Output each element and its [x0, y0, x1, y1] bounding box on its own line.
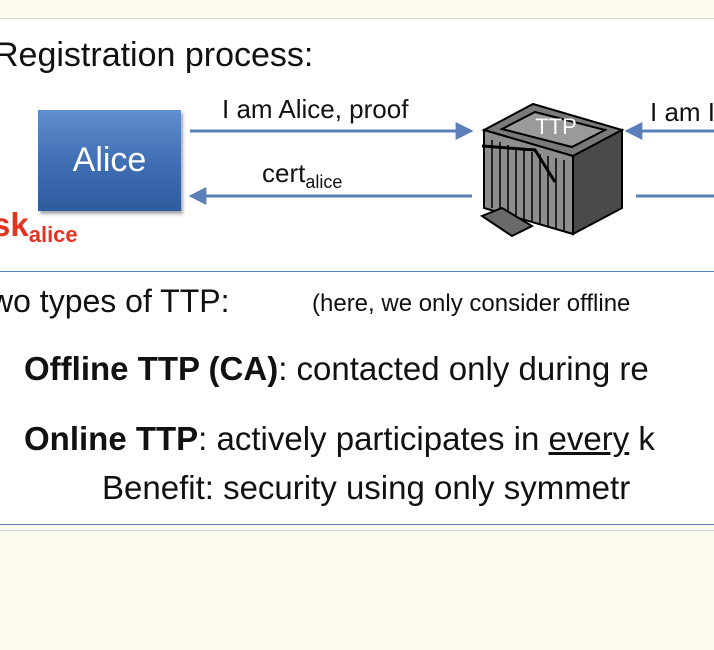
ttp-types-heading: wo types of TTP: — [0, 283, 230, 319]
online-ttp-desc-pre: : actively participates in — [198, 420, 549, 457]
ttp-types-note: (here, we only consider offline — [312, 290, 631, 317]
benefit-line: Benefit: security using only symmetr — [102, 469, 631, 506]
cert-subscript: alice — [305, 172, 343, 192]
online-ttp-desc-post: k — [629, 420, 655, 457]
ttp-label: TTP — [535, 114, 577, 139]
online-ttp-term: Online TTP — [24, 420, 199, 457]
online-ttp-line: Online TTP: actively participates in eve… — [24, 420, 655, 458]
online-ttp-desc-underlined: every — [548, 420, 630, 457]
arrow-label-cert: certalice — [262, 158, 342, 193]
arrow-label-proof: I am Alice, proof — [222, 94, 409, 124]
offline-ttp-desc: : contacted only during re — [278, 350, 649, 387]
offline-ttp-term: Offline TTP (CA) — [24, 350, 279, 387]
cert-main: cert — [262, 158, 306, 188]
offline-ttp-line: Offline TTP (CA): contacted only during … — [24, 350, 649, 388]
arrow-label-right: I am I — [650, 97, 714, 127]
